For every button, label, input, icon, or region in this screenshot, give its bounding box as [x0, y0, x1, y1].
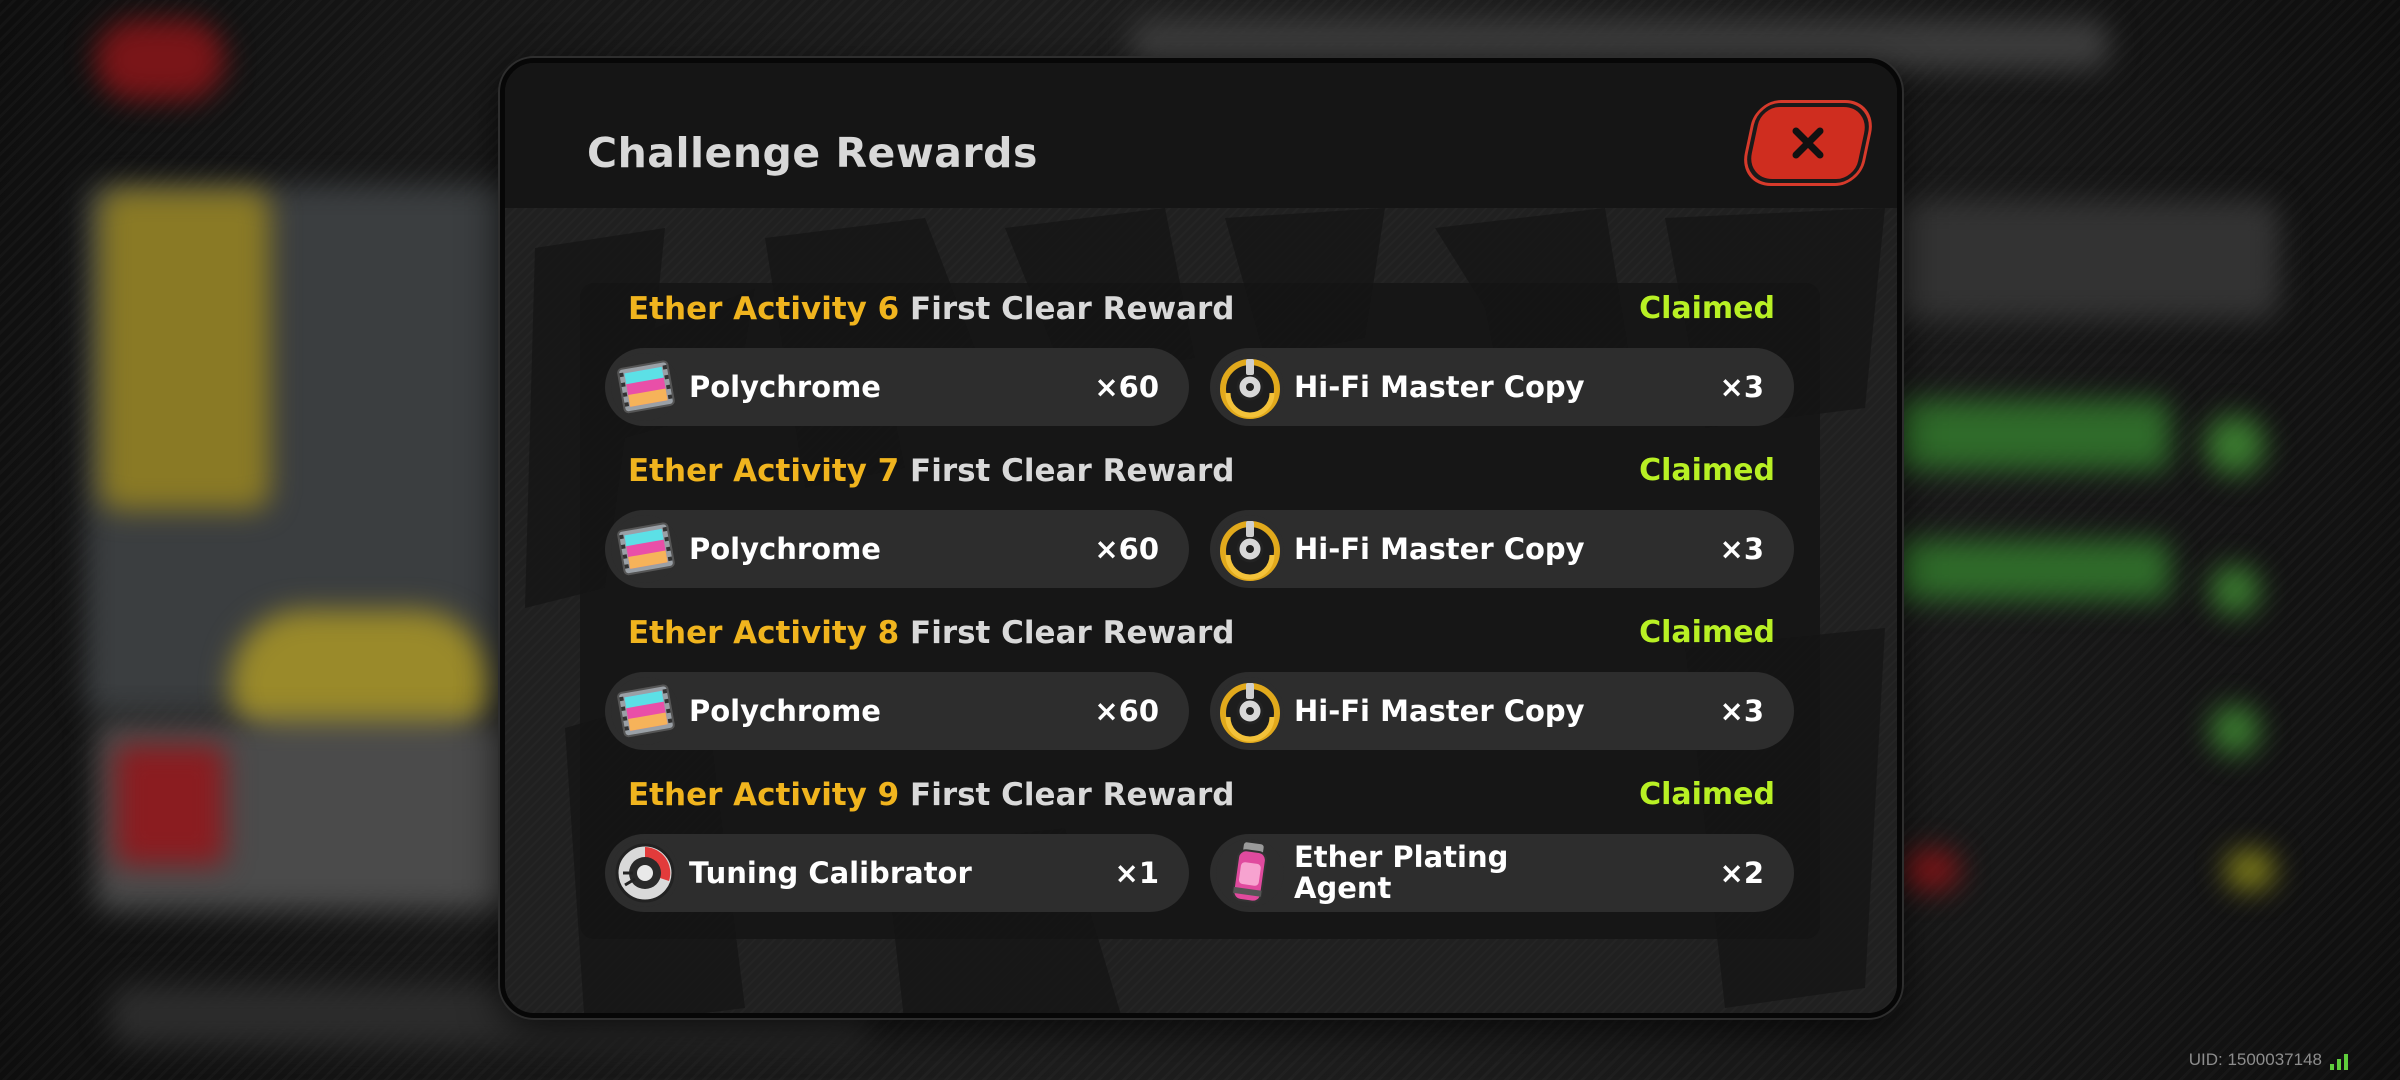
reward-name: Polychrome — [689, 531, 881, 566]
section-subtitle: First Clear Reward — [910, 615, 1235, 651]
reward-name: Polychrome — [689, 369, 881, 404]
reward-quantity: ×60 — [1094, 370, 1159, 404]
reward-quantity: ×3 — [1719, 370, 1764, 404]
uid-text: UID: 1500037148 — [2188, 1050, 2322, 1069]
activity-name: Ether Activity 8 — [628, 615, 900, 651]
uid-footer: UID: 1500037148 — [2189, 1050, 2348, 1070]
reward-item[interactable]: Tuning Calibrator ×1 — [605, 834, 1189, 912]
reward-item[interactable]: Hi-Fi Master Copy ×3 — [1210, 510, 1794, 588]
background-progress-bar — [1890, 400, 2170, 470]
background-shape — [100, 190, 270, 510]
reward-name: Polychrome — [689, 693, 881, 728]
reward-item[interactable]: Polychrome ×60 — [605, 348, 1189, 426]
reward-name: Tuning Calibrator — [689, 855, 972, 890]
dialog-title: Challenge Rewards — [587, 129, 1038, 177]
reward-item[interactable]: Hi-Fi Master Copy ×3 — [1210, 672, 1794, 750]
reward-section-header: Ether Activity 8 First Clear Reward Clai… — [580, 615, 1820, 655]
section-subtitle: First Clear Reward — [910, 291, 1235, 327]
reward-quantity: ×1 — [1114, 856, 1159, 890]
hifi-master-copy-disc-icon — [1216, 515, 1284, 583]
hifi-master-copy-disc-icon — [1216, 677, 1284, 745]
section-title: Ether Activity 8 First Clear Reward — [628, 615, 1235, 651]
reward-item[interactable]: Polychrome ×60 — [605, 510, 1189, 588]
reward-quantity: ×3 — [1719, 532, 1764, 566]
section-subtitle: First Clear Reward — [910, 453, 1235, 489]
activity-name: Ether Activity 9 — [628, 777, 900, 813]
activity-name: Ether Activity 6 — [628, 291, 900, 327]
background-progress-bar — [1890, 540, 2170, 600]
reward-section-header: Ether Activity 6 First Clear Reward Clai… — [580, 291, 1820, 331]
reward-quantity: ×2 — [1719, 856, 1764, 890]
reward-quantity: ×60 — [1094, 694, 1159, 728]
reward-quantity: ×60 — [1094, 532, 1159, 566]
claimed-status: Claimed — [1639, 777, 1775, 812]
reward-section-header: Ether Activity 9 First Clear Reward Clai… — [580, 777, 1820, 817]
challenge-rewards-dialog: Challenge Rewards Ether Activity 6 First… — [500, 58, 1902, 1018]
hifi-master-copy-disc-icon — [1216, 353, 1284, 421]
section-subtitle: First Clear Reward — [910, 777, 1235, 813]
background-indicator — [2225, 850, 2275, 890]
reward-item[interactable]: Ether Plating Agent ×2 — [1210, 834, 1794, 912]
reward-name: Hi-Fi Master Copy — [1294, 693, 1585, 728]
close-x-icon — [1792, 127, 1824, 159]
section-title: Ether Activity 6 First Clear Reward — [628, 291, 1235, 327]
background-indicator — [2205, 415, 2265, 475]
reward-name: Hi-Fi Master Copy — [1294, 369, 1585, 404]
close-button[interactable] — [1741, 103, 1875, 183]
claimed-status: Claimed — [1639, 615, 1775, 650]
reward-name: Ether Plating Agent — [1294, 840, 1509, 905]
claimed-status: Claimed — [1639, 291, 1775, 326]
signal-strength-icon — [2330, 1054, 2348, 1070]
polychrome-film-icon — [611, 353, 679, 421]
polychrome-film-icon — [611, 677, 679, 745]
ether-plating-agent-canister-icon — [1216, 839, 1284, 907]
reward-name: Hi-Fi Master Copy — [1294, 531, 1585, 566]
background-indicator — [2210, 565, 2260, 615]
reward-item[interactable]: Polychrome ×60 — [605, 672, 1189, 750]
background-indicator — [2210, 705, 2260, 755]
background-logo — [95, 20, 225, 100]
rewards-list: Ether Activity 6 First Clear Reward Clai… — [580, 283, 1820, 939]
background-right-panel — [1880, 200, 2280, 320]
polychrome-film-icon — [611, 515, 679, 583]
reward-section-header: Ether Activity 7 First Clear Reward Clai… — [580, 453, 1820, 493]
section-title: Ether Activity 7 First Clear Reward — [628, 453, 1235, 489]
reward-item[interactable]: Hi-Fi Master Copy ×3 — [1210, 348, 1794, 426]
activity-name: Ether Activity 7 — [628, 453, 900, 489]
dialog-header: Challenge Rewards — [505, 63, 1897, 208]
section-title: Ether Activity 9 First Clear Reward — [628, 777, 1235, 813]
background-card-image — [115, 745, 225, 865]
reward-quantity: ×3 — [1719, 694, 1764, 728]
tuning-calibrator-icon — [611, 839, 679, 907]
background-indicator — [1900, 850, 1960, 890]
claimed-status: Claimed — [1639, 453, 1775, 488]
